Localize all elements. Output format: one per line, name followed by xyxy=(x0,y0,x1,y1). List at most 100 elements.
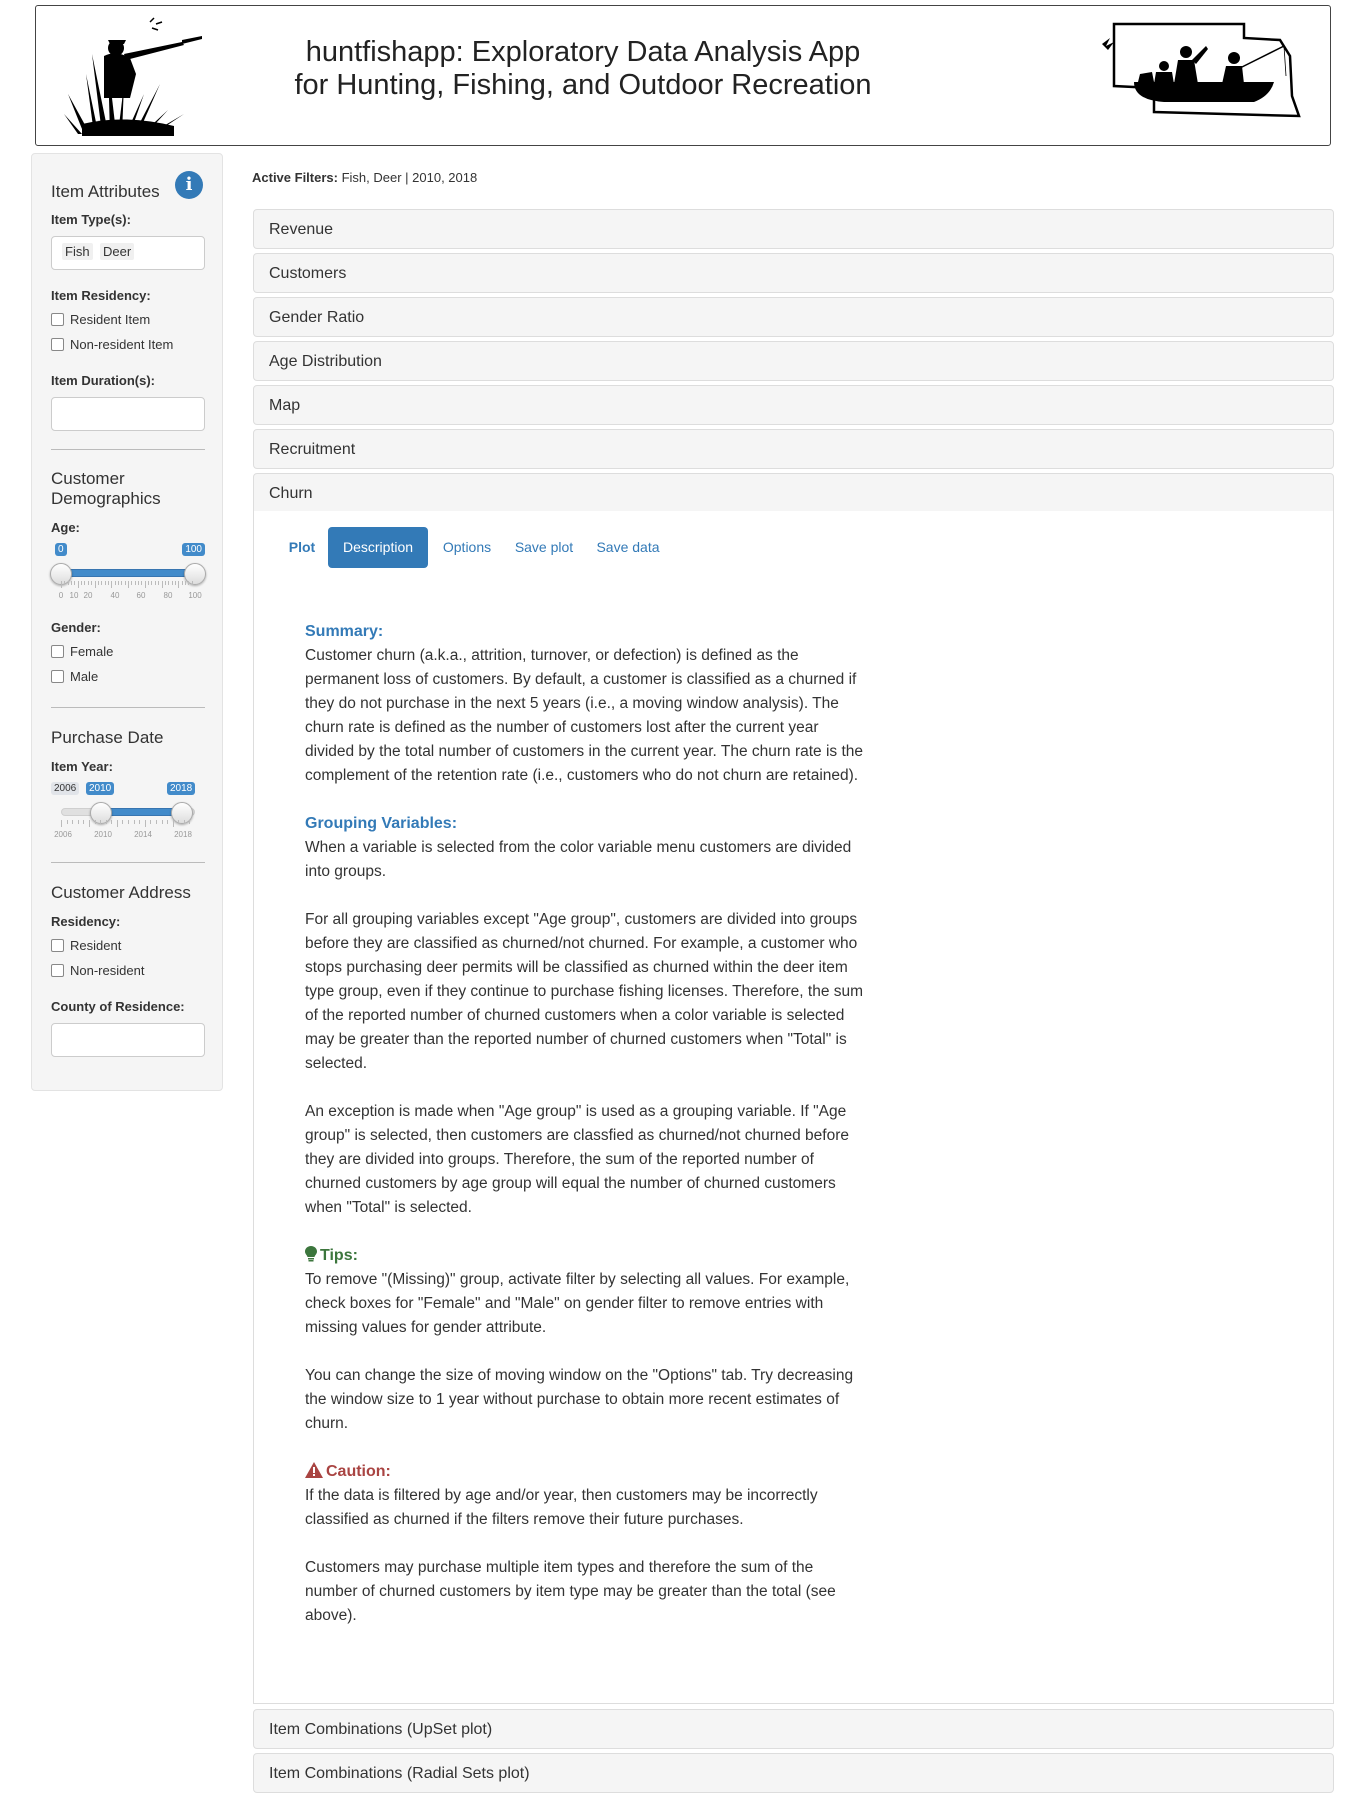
item-year-label: Item Year: xyxy=(51,759,113,774)
lightbulb-icon xyxy=(305,1246,317,1262)
tab-description[interactable]: Description xyxy=(328,527,428,568)
tab-save-plot[interactable]: Save plot xyxy=(506,527,582,568)
panel-revenue[interactable]: Revenue xyxy=(253,209,1334,249)
item-type-chip-fish[interactable]: Fish xyxy=(62,243,93,260)
year-slider-ticks: 2006 2010 2014 2018 xyxy=(51,830,205,840)
female-checkbox[interactable]: Female xyxy=(51,644,113,660)
panel-customers[interactable]: Customers xyxy=(253,253,1334,293)
panel-title[interactable]: Item Combinations (UpSet plot) xyxy=(269,1721,492,1739)
item-type-chip-deer[interactable]: Deer xyxy=(100,243,135,260)
checkbox-box[interactable] xyxy=(51,338,64,351)
panel-title[interactable]: Gender Ratio xyxy=(269,309,364,327)
panel-churn[interactable]: Churn xyxy=(253,473,1334,513)
panel-radial-sets-plot[interactable]: Item Combinations (Radial Sets plot) xyxy=(253,1753,1334,1793)
year-to-tag: 2018 xyxy=(167,782,196,795)
address-residency-label: Residency: xyxy=(51,914,121,929)
age-slider-range[interactable] xyxy=(61,569,195,577)
year-tick: 2018 xyxy=(174,830,192,839)
caution-heading-row: Caution: xyxy=(305,1460,865,1484)
county-select[interactable] xyxy=(51,1023,205,1057)
age-tick: 80 xyxy=(163,591,173,600)
checkbox-box[interactable] xyxy=(51,939,64,952)
item-type-label: Item Type(s): xyxy=(51,212,131,227)
checkbox-box[interactable] xyxy=(51,670,64,683)
customer-address-title: Customer Address xyxy=(51,883,191,902)
app-title: huntfishapp: Exploratory Data Analysis A… xyxy=(216,36,950,102)
panel-title[interactable]: Customers xyxy=(269,265,346,283)
age-slider-grid xyxy=(61,581,193,588)
resident-item-label: Resident Item xyxy=(70,312,151,327)
age-tick: 20 xyxy=(83,591,93,600)
resident-item-checkbox[interactable]: Resident Item xyxy=(51,312,150,328)
tips-heading-row: Tips: xyxy=(305,1244,865,1268)
panel-title[interactable]: Age Distribution xyxy=(269,353,382,371)
year-slider-grid xyxy=(61,820,190,827)
age-label: Age: xyxy=(51,520,80,535)
caution-heading: Caution: xyxy=(326,1463,391,1480)
item-duration-label: Item Duration(s): xyxy=(51,373,155,388)
age-slider[interactable]: 0 100 0 10 20 40 60 80 100 xyxy=(50,543,206,603)
churn-panel-body: Plot Description Options Save plot Save … xyxy=(253,511,1334,1704)
checkbox-box[interactable] xyxy=(51,313,64,326)
panel-map[interactable]: Map xyxy=(253,385,1334,425)
non-resident-item-checkbox[interactable]: Non-resident Item xyxy=(51,337,173,353)
tips-paragraph: You can change the size of moving window… xyxy=(305,1367,854,1432)
item-duration-select[interactable] xyxy=(51,397,205,431)
panel-upset-plot[interactable]: Item Combinations (UpSet plot) xyxy=(253,1709,1334,1749)
panel-title[interactable]: Churn xyxy=(269,485,313,503)
tab-options[interactable]: Options xyxy=(434,527,500,568)
info-icon[interactable]: i xyxy=(175,171,203,199)
non-resident-item-label: Non-resident Item xyxy=(70,337,174,352)
grouping-paragraph: For all grouping variables except "Age g… xyxy=(305,911,864,1072)
customer-demographics-title: Customer Demographics xyxy=(51,469,161,509)
year-tick: 2006 xyxy=(54,830,72,839)
grouping-paragraph: An exception is made when "Age group" is… xyxy=(305,1103,850,1216)
divider xyxy=(51,707,205,708)
customer-demographics-title-line2: Demographics xyxy=(51,489,161,508)
age-tick: 10 xyxy=(69,591,79,600)
item-attributes-title: Item Attributes xyxy=(51,182,160,201)
app-header: huntfishapp: Exploratory Data Analysis A… xyxy=(35,5,1331,146)
panel-gender-ratio[interactable]: Gender Ratio xyxy=(253,297,1334,337)
resident-checkbox[interactable]: Resident xyxy=(51,938,121,954)
male-label: Male xyxy=(70,669,99,684)
non-resident-checkbox[interactable]: Non-resident xyxy=(51,963,144,979)
divider xyxy=(51,449,205,450)
tab-plot[interactable]: Plot xyxy=(284,527,320,568)
county-label: County of Residence: xyxy=(51,999,185,1014)
active-filters-value: Fish, Deer | 2010, 2018 xyxy=(337,170,478,185)
panel-title[interactable]: Map xyxy=(269,397,300,415)
grouping-paragraph: When a variable is selected from the col… xyxy=(305,839,852,880)
resident-label: Resident xyxy=(70,938,122,953)
age-tick: 40 xyxy=(110,591,120,600)
male-checkbox[interactable]: Male xyxy=(51,669,98,685)
active-filters-label: Active Filters: xyxy=(252,170,338,185)
customer-demographics-title-line1: Customer xyxy=(51,469,125,488)
warning-icon xyxy=(305,1462,323,1478)
age-tick: 60 xyxy=(136,591,146,600)
age-tick: 100 xyxy=(188,591,202,600)
year-range-min-tag: 2006 xyxy=(51,782,80,795)
age-tick: 0 xyxy=(58,591,64,600)
checkbox-box[interactable] xyxy=(51,964,64,977)
hunter-logo xyxy=(64,17,202,136)
panel-recruitment[interactable]: Recruitment xyxy=(253,429,1334,469)
panel-title[interactable]: Item Combinations (Radial Sets plot) xyxy=(269,1765,530,1783)
panel-title[interactable]: Revenue xyxy=(269,221,333,239)
item-type-select[interactable]: Fish Deer xyxy=(51,236,205,270)
panel-title[interactable]: Recruitment xyxy=(269,441,355,459)
tab-save-data[interactable]: Save data xyxy=(588,527,668,568)
tips-paragraph: To remove "(Missing)" group, activate fi… xyxy=(305,1271,850,1336)
tips-heading: Tips: xyxy=(320,1247,358,1264)
purchase-date-title: Purchase Date xyxy=(51,728,164,747)
active-filters: Active Filters: Fish, Deer | 2010, 2018 xyxy=(252,170,477,185)
caution-paragraph: Customers may purchase multiple item typ… xyxy=(305,1559,836,1624)
item-year-slider[interactable]: 2006 2010 2018 2006 2010 2014 2018 xyxy=(51,782,205,842)
summary-text: Customer churn (a.k.a., attrition, turno… xyxy=(305,647,864,784)
caution-paragraph: If the data is filtered by age and/or ye… xyxy=(305,1487,818,1528)
app-title-line2: for Hunting, Fishing, and Outdoor Recrea… xyxy=(294,69,872,101)
age-slider-ticks: 0 10 20 40 60 80 100 xyxy=(51,591,205,601)
female-label: Female xyxy=(70,644,114,659)
checkbox-box[interactable] xyxy=(51,645,64,658)
panel-age-distribution[interactable]: Age Distribution xyxy=(253,341,1334,381)
